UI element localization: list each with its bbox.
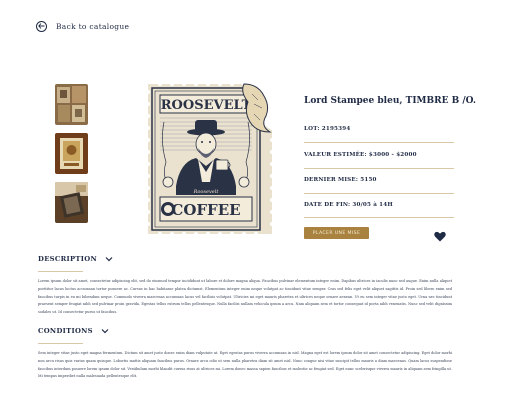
section-divider — [38, 271, 83, 272]
description-toggle[interactable]: DESCRIPTION — [38, 255, 113, 263]
thumbnail-3[interactable] — [55, 182, 88, 223]
lot-number: LOT: 2195394 — [304, 126, 351, 132]
arrow-left-icon — [36, 20, 47, 32]
stamp-top-text: ROOSEVELT — [161, 98, 252, 113]
description-text: Lorem ipsum dolor sit amet, consectetur … — [38, 279, 452, 315]
last-bid: DERNIER MISE: 5150 — [304, 177, 377, 183]
favorite-heart-icon[interactable] — [434, 227, 446, 242]
divider — [304, 168, 454, 169]
conditions-text: Sem integer vitae justo eget magna ferme… — [38, 351, 452, 379]
section-divider — [38, 343, 83, 344]
estimated-value: VALEUR ESTIMÉE: $3000 - $2000 — [304, 152, 417, 158]
description-heading: DESCRIPTION — [38, 255, 98, 263]
thumbnail-1[interactable] — [55, 84, 88, 125]
conditions-heading: CONDITIONS — [38, 327, 93, 335]
divider — [304, 193, 454, 194]
thumbnail-2[interactable] — [55, 133, 88, 174]
chevron-down-icon — [105, 256, 113, 262]
divider — [304, 142, 454, 143]
conditions-toggle[interactable]: CONDITIONS — [38, 327, 109, 335]
product-title: Lord Stampee bleu, TIMBRE B /O. — [304, 96, 477, 106]
end-date: DATE DE FIN: 30/05 à 14H — [304, 202, 393, 208]
back-to-catalogue-link[interactable]: Back to catalogue — [36, 18, 129, 34]
stamp-bottom-text: COFFEE — [171, 201, 240, 219]
back-link-label: Back to catalogue — [56, 21, 130, 31]
stamp-script-text: Roosevelt — [193, 189, 220, 195]
divider — [304, 217, 454, 218]
place-bid-button[interactable]: PLACER UNE MISE — [304, 227, 369, 239]
chevron-down-icon — [101, 328, 109, 334]
stamp-image: ROOSEVELT Roosevelt COFFEE — [146, 82, 274, 236]
